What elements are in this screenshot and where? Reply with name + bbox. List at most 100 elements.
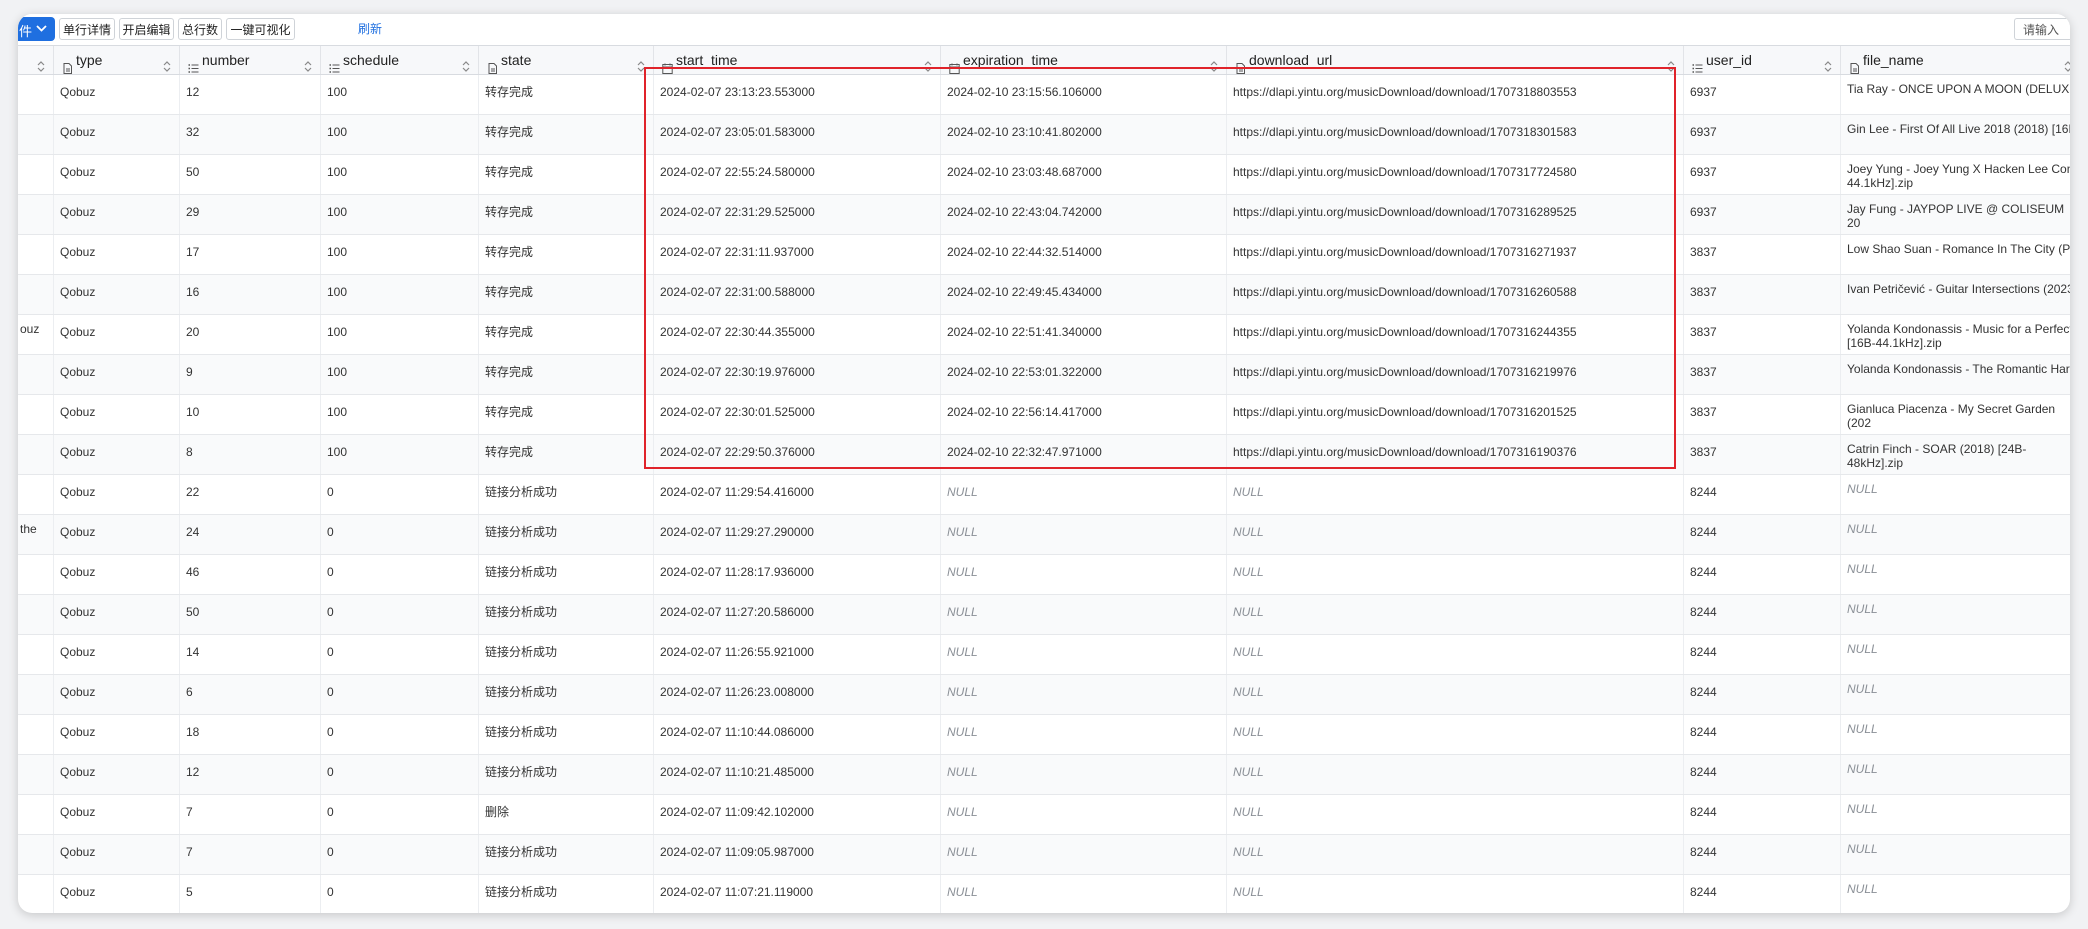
cell-file-name[interactable]: Low Shao Suan - Romance In The City (Pia [1841, 235, 2070, 274]
cell-file-name[interactable]: NULL [1841, 475, 2070, 514]
table-row[interactable]: Qobuz 16 100 转存完成 2024-02-07 22:31:00.588000… [18, 275, 2070, 315]
cell-schedule[interactable]: 0 [321, 515, 479, 554]
cell-user-id[interactable]: 6937 [1684, 155, 1841, 194]
cell-partial[interactable] [18, 75, 54, 114]
cell-partial[interactable]: the [18, 515, 54, 554]
cell-schedule[interactable]: 0 [321, 635, 479, 674]
column-header-partial[interactable] [18, 46, 54, 74]
cell-type[interactable]: Qobuz [54, 195, 180, 234]
cell-schedule[interactable]: 100 [321, 435, 479, 474]
cell-partial[interactable] [18, 395, 54, 434]
cell-type[interactable]: Qobuz [54, 315, 180, 354]
cell-user-id[interactable]: 3837 [1684, 435, 1841, 474]
column-header-schedule[interactable]: schedule [321, 46, 479, 74]
cell-type[interactable]: Qobuz [54, 435, 180, 474]
cell-file-name[interactable]: Ivan Petričević - Guitar Intersections (… [1841, 275, 2070, 314]
cell-start-time[interactable]: 2024-02-07 11:26:23.008000 [654, 675, 941, 714]
column-header-download-url[interactable]: download_url [1227, 46, 1684, 74]
cell-schedule[interactable]: 0 [321, 795, 479, 834]
mode-dropdown[interactable]: 件 [18, 17, 55, 41]
table-row[interactable]: ouz Qobuz 20 100 转存完成 2024-02-07 22:30:44.355… [18, 315, 2070, 355]
cell-file-name[interactable]: NULL [1841, 675, 2070, 714]
table-row[interactable]: Qobuz 22 0 链接分析成功 2024-02-07 11:29:54.416000… [18, 475, 2070, 515]
table-row[interactable]: Qobuz 9 100 转存完成 2024-02-07 22:30:19.976000 2… [18, 355, 2070, 395]
cell-file-name[interactable]: NULL [1841, 755, 2070, 794]
cell-type[interactable]: Qobuz [54, 115, 180, 154]
cell-type[interactable]: Qobuz [54, 355, 180, 394]
cell-state[interactable]: 转存完成 [479, 315, 654, 354]
cell-start-time[interactable]: 2024-02-07 22:31:00.588000 [654, 275, 941, 314]
table-row[interactable]: Qobuz 46 0 链接分析成功 2024-02-07 11:28:17.936000… [18, 555, 2070, 595]
table-row[interactable]: Qobuz 12 0 链接分析成功 2024-02-07 11:10:21.485000… [18, 755, 2070, 795]
total-rows-button[interactable]: 总行数 [178, 18, 222, 40]
column-header-user-id[interactable]: user_id [1684, 46, 1841, 74]
cell-schedule[interactable]: 0 [321, 835, 479, 874]
cell-expiration-time[interactable]: 2024-02-10 22:43:04.742000 [941, 195, 1227, 234]
cell-expiration-time[interactable]: 2024-02-10 22:53:01.322000 [941, 355, 1227, 394]
cell-state[interactable]: 转存完成 [479, 75, 654, 114]
cell-expiration-time[interactable]: NULL [941, 635, 1227, 674]
cell-schedule[interactable]: 100 [321, 315, 479, 354]
column-header-start-time[interactable]: start_time [654, 46, 941, 74]
cell-user-id[interactable]: 8244 [1684, 795, 1841, 834]
cell-partial[interactable] [18, 355, 54, 394]
cell-expiration-time[interactable]: NULL [941, 595, 1227, 634]
sort-icon[interactable] [2064, 54, 2070, 72]
cell-expiration-time[interactable]: NULL [941, 835, 1227, 874]
cell-partial[interactable] [18, 755, 54, 794]
cell-download-url[interactable]: NULL [1227, 475, 1684, 514]
cell-expiration-time[interactable]: NULL [941, 515, 1227, 554]
cell-state[interactable]: 链接分析成功 [479, 755, 654, 794]
cell-state[interactable]: 链接分析成功 [479, 635, 654, 674]
cell-user-id[interactable]: 8244 [1684, 755, 1841, 794]
cell-number[interactable]: 8 [180, 435, 321, 474]
cell-expiration-time[interactable]: 2024-02-10 22:49:45.434000 [941, 275, 1227, 314]
cell-number[interactable]: 50 [180, 595, 321, 634]
table-row[interactable]: Qobuz 10 100 转存完成 2024-02-07 22:30:01.525000… [18, 395, 2070, 435]
cell-file-name[interactable]: NULL [1841, 555, 2070, 594]
cell-download-url[interactable]: NULL [1227, 555, 1684, 594]
cell-user-id[interactable]: 6937 [1684, 75, 1841, 114]
cell-type[interactable]: Qobuz [54, 515, 180, 554]
cell-expiration-time[interactable]: NULL [941, 875, 1227, 913]
cell-download-url[interactable]: NULL [1227, 835, 1684, 874]
cell-start-time[interactable]: 2024-02-07 11:26:55.921000 [654, 635, 941, 674]
cell-partial[interactable] [18, 835, 54, 874]
cell-state[interactable]: 转存完成 [479, 395, 654, 434]
cell-state[interactable]: 链接分析成功 [479, 675, 654, 714]
cell-user-id[interactable]: 8244 [1684, 675, 1841, 714]
cell-type[interactable]: Qobuz [54, 635, 180, 674]
cell-schedule[interactable]: 0 [321, 715, 479, 754]
cell-user-id[interactable]: 3837 [1684, 315, 1841, 354]
cell-download-url[interactable]: https://dlapi.yintu.org/musicDownload/do… [1227, 355, 1684, 394]
cell-number[interactable]: 22 [180, 475, 321, 514]
cell-number[interactable]: 32 [180, 115, 321, 154]
cell-number[interactable]: 46 [180, 555, 321, 594]
cell-start-time[interactable]: 2024-02-07 22:31:11.937000 [654, 235, 941, 274]
cell-number[interactable]: 18 [180, 715, 321, 754]
cell-state[interactable]: 转存完成 [479, 355, 654, 394]
cell-number[interactable]: 24 [180, 515, 321, 554]
cell-state[interactable]: 链接分析成功 [479, 595, 654, 634]
cell-file-name[interactable]: Tia Ray - ONCE UPON A MOON (DELUXE [1841, 75, 2070, 114]
cell-partial[interactable] [18, 795, 54, 834]
cell-start-time[interactable]: 2024-02-07 22:55:24.580000 [654, 155, 941, 194]
cell-expiration-time[interactable]: 2024-02-10 22:51:41.340000 [941, 315, 1227, 354]
cell-schedule[interactable]: 100 [321, 395, 479, 434]
cell-schedule[interactable]: 0 [321, 595, 479, 634]
cell-user-id[interactable]: 8244 [1684, 875, 1841, 913]
cell-user-id[interactable]: 8244 [1684, 635, 1841, 674]
cell-partial[interactable] [18, 115, 54, 154]
cell-file-name[interactable]: NULL [1841, 715, 2070, 754]
cell-type[interactable]: Qobuz [54, 875, 180, 913]
cell-file-name[interactable]: Gin Lee - First Of All Live 2018 (2018) … [1841, 115, 2070, 154]
cell-start-time[interactable]: 2024-02-07 23:05:01.583000 [654, 115, 941, 154]
cell-type[interactable]: Qobuz [54, 715, 180, 754]
cell-user-id[interactable]: 3837 [1684, 275, 1841, 314]
cell-start-time[interactable]: 2024-02-07 22:29:50.376000 [654, 435, 941, 474]
cell-state[interactable]: 转存完成 [479, 275, 654, 314]
cell-start-time[interactable]: 2024-02-07 22:30:01.525000 [654, 395, 941, 434]
table-row[interactable]: Qobuz 14 0 链接分析成功 2024-02-07 11:26:55.921000… [18, 635, 2070, 675]
cell-expiration-time[interactable]: 2024-02-10 22:32:47.971000 [941, 435, 1227, 474]
cell-number[interactable]: 7 [180, 795, 321, 834]
